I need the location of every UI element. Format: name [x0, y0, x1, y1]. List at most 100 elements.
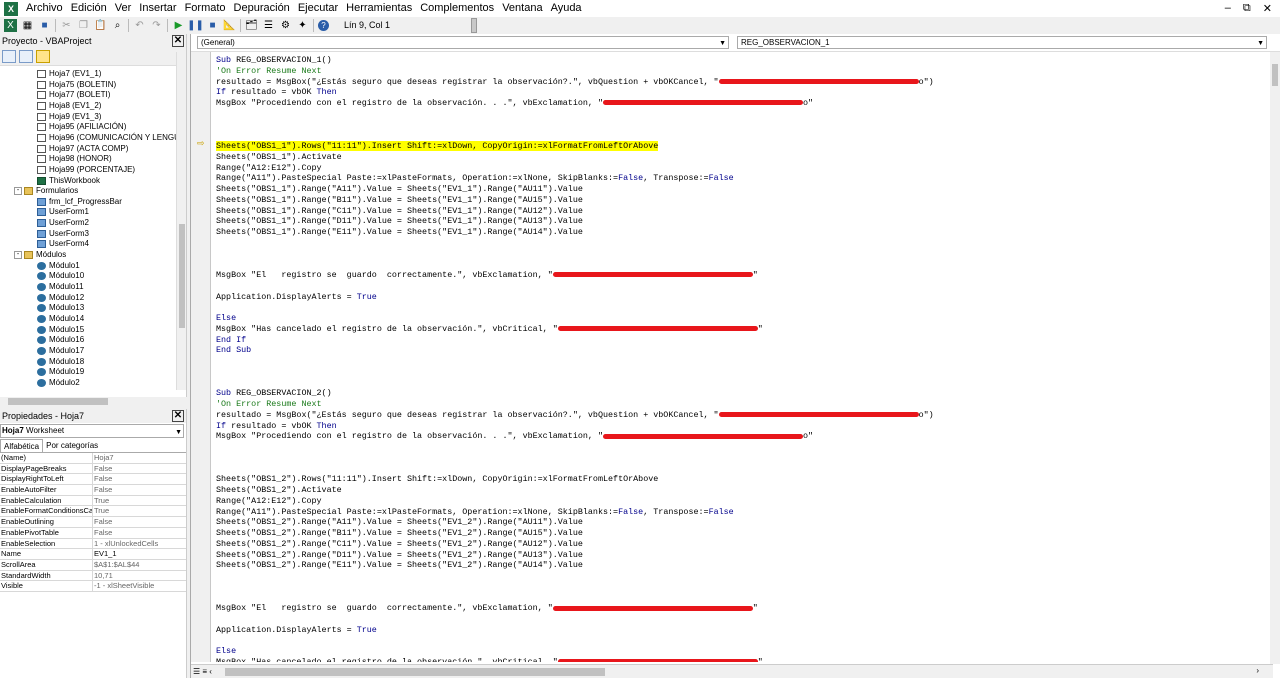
property-row[interactable]: EnableSelection 1 - xlUnlockedCells [0, 538, 186, 550]
tab-categorized[interactable]: Por categorías [43, 439, 101, 452]
menu-item[interactable]: Formato [181, 0, 230, 17]
property-row[interactable]: EnableOutlining False [0, 517, 186, 528]
code-horizontal-scrollbar[interactable]: ☰ ≡ ‹ › [191, 664, 1273, 678]
tree-item[interactable]: Hoja75 (BOLETIN) [37, 80, 116, 90]
code-line[interactable]: Sheets("OBS1_1").Rows("11:11").Insert Sh… [216, 141, 1266, 152]
view-toggle-icons[interactable]: ☰ ≡ ‹ [193, 667, 212, 676]
scroll-right-icon[interactable]: › [1256, 666, 1259, 675]
toolbox-icon[interactable]: ✦ [296, 19, 309, 32]
tree-item[interactable]: - Formularios [14, 186, 78, 196]
tree-item[interactable]: Módulo17 [37, 346, 84, 356]
menu-item[interactable]: Ver [111, 0, 136, 17]
code-line[interactable]: Sheets("OBS1_2").Activate [216, 485, 1266, 496]
copy-icon[interactable]: ❐ [77, 19, 90, 32]
code-line[interactable]: Range("A11").PasteSpecial Paste:=xlPaste… [216, 507, 1266, 518]
tree-item[interactable]: - Módulos [14, 250, 66, 260]
scroll-thumb[interactable] [225, 668, 605, 676]
collapse-toggle-icon[interactable]: - [14, 251, 22, 260]
code-line[interactable]: If resultado = vbOK Then [216, 421, 1266, 432]
undo-icon[interactable]: ↶ [133, 19, 146, 32]
property-row[interactable]: Name EV1_1 [0, 549, 186, 560]
property-value[interactable]: True [93, 496, 186, 506]
tree-item[interactable]: UserForm3 [37, 229, 89, 239]
close-icon[interactable]: ✕ [172, 410, 184, 422]
tree-item[interactable]: UserForm4 [37, 239, 89, 249]
procedure-combo[interactable]: REG_OBSERVACION_1 ▼ [737, 36, 1267, 49]
menu-item[interactable]: Insertar [135, 0, 180, 17]
tree-item[interactable]: Hoja99 (PORCENTAJE) [37, 165, 135, 175]
tree-item[interactable]: Hoja97 (ACTA COMP) [37, 144, 128, 154]
object-browser-icon[interactable]: ⚙ [279, 19, 292, 32]
code-line[interactable]: Sheets("OBS1_1").Range("E11").Value = Sh… [216, 227, 1266, 238]
code-line[interactable] [216, 130, 1266, 141]
property-value[interactable]: False [93, 528, 186, 538]
property-row[interactable]: (Name) Hoja7 [0, 453, 186, 464]
property-value[interactable]: 1 - xlUnlockedCells [93, 539, 186, 549]
paste-icon[interactable]: 📋 [94, 19, 107, 32]
code-line[interactable]: Else [216, 313, 1266, 324]
code-line[interactable]: Sheets("OBS1_1").Activate [216, 152, 1266, 163]
tree-vertical-scrollbar[interactable] [176, 52, 186, 390]
code-line[interactable]: Sheets("OBS1_2").Range("D11").Value = Sh… [216, 550, 1266, 561]
scroll-thumb[interactable] [1272, 64, 1278, 86]
menu-item[interactable]: Complementos [416, 0, 498, 17]
code-line[interactable]: Range("A12:E12").Copy [216, 163, 1266, 174]
code-line[interactable]: Else [216, 646, 1266, 657]
menu-item[interactable]: Ventana [498, 0, 546, 17]
redo-icon[interactable]: ↷ [150, 19, 163, 32]
menu-item[interactable]: Edición [67, 0, 111, 17]
code-line[interactable] [216, 464, 1266, 475]
tree-item[interactable]: Hoja96 (COMUNICACIÓN Y LENGUAJE [37, 133, 186, 143]
tree-item[interactable]: Módulo15 [37, 325, 84, 335]
code-line[interactable] [216, 109, 1266, 120]
code-line[interactable]: Sheets("OBS1_2").Rows("11:11").Insert Sh… [216, 474, 1266, 485]
tree-item[interactable]: Módulo18 [37, 357, 84, 367]
close-icon[interactable]: ✕ [1263, 2, 1272, 15]
code-line[interactable]: If resultado = vbOK Then [216, 87, 1266, 98]
code-line[interactable]: Application.DisplayAlerts = True [216, 625, 1266, 636]
tree-item[interactable]: UserForm2 [37, 218, 89, 228]
code-line[interactable]: MsgBox "Has cancelado el registro de la … [216, 324, 1266, 335]
code-line[interactable]: MsgBox "Has cancelado el registro de la … [216, 657, 1266, 662]
code-line[interactable]: Sheets("OBS1_2").Range("A11").Value = Sh… [216, 517, 1266, 528]
code-line[interactable]: End Sub [216, 345, 1266, 356]
code-text[interactable]: Sub REG_OBSERVACION_1() 'On Error Resume … [216, 55, 1266, 662]
code-line[interactable]: Sheets("OBS1_1").Range("D11").Value = Sh… [216, 216, 1266, 227]
code-editor[interactable]: ⇨ Sub REG_OBSERVACION_1() 'On Error Resum… [191, 52, 1273, 662]
design-mode-icon[interactable]: 📐 [223, 19, 236, 32]
breakpoint-margin[interactable]: ⇨ [191, 52, 211, 662]
code-line[interactable]: Application.DisplayAlerts = True [216, 292, 1266, 303]
property-value[interactable]: $A$1:$AL$44 [93, 560, 186, 570]
property-value[interactable]: False [93, 474, 186, 484]
code-line[interactable]: resultado = MsgBox("¿Estás seguro que de… [216, 77, 1266, 88]
tree-item[interactable]: Hoja95 (AFILIACIÓN) [37, 122, 126, 132]
project-tree[interactable]: Hoja7 (EV1_1) Hoja75 (BOLETIN) Hoja77 (BOL… [0, 66, 186, 404]
property-value[interactable]: False [93, 485, 186, 495]
view-excel-icon[interactable]: X [4, 19, 17, 32]
property-row[interactable]: EnableCalculation True [0, 495, 186, 507]
minimize-icon[interactable]: – [1225, 2, 1231, 15]
code-line[interactable]: Range("A11").PasteSpecial Paste:=xlPaste… [216, 173, 1266, 184]
object-selector[interactable]: Hoja7 Worksheet ▼ [0, 424, 184, 438]
help-icon[interactable]: ? [318, 20, 329, 31]
chevron-down-icon[interactable]: ▼ [175, 427, 182, 439]
tree-item[interactable]: Hoja98 (HONOR) [37, 154, 112, 164]
reset-icon[interactable]: ■ [206, 19, 219, 32]
tree-item[interactable]: Hoja77 (BOLETI) [37, 90, 110, 100]
property-row[interactable]: StandardWidth 10,71 [0, 570, 186, 582]
code-line[interactable]: Sub REG_OBSERVACION_1() [216, 55, 1266, 66]
property-value[interactable]: False [93, 464, 186, 474]
code-line[interactable] [216, 593, 1266, 604]
tab-alphabetic[interactable]: Alfabética [0, 439, 44, 452]
code-line[interactable]: resultado = MsgBox("¿Estás seguro que de… [216, 410, 1266, 421]
code-line[interactable]: Sheets("OBS1_2").Range("C11").Value = Sh… [216, 539, 1266, 550]
tree-item[interactable]: Módulo1 [37, 261, 80, 271]
menu-item[interactable]: Herramientas [342, 0, 416, 17]
tree-item[interactable]: Módulo19 [37, 367, 84, 377]
scroll-thumb[interactable] [179, 224, 185, 328]
excel-app-icon[interactable]: X [4, 1, 18, 16]
code-line[interactable]: Sheets("OBS1_2").Range("E11").Value = Sh… [216, 560, 1266, 571]
tree-item[interactable]: Hoja8 (EV1_2) [37, 101, 101, 111]
property-value[interactable]: Hoja7 [93, 453, 186, 463]
break-icon[interactable]: ❚❚ [187, 19, 204, 32]
